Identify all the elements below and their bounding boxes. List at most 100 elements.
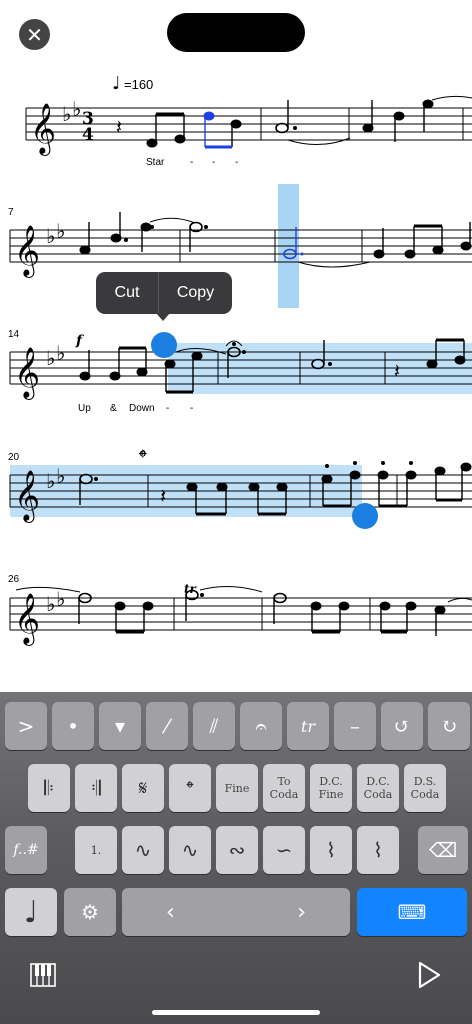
segno-key[interactable]: 𝄋 xyxy=(122,764,164,812)
arpeggio-up-key[interactable]: ⌇ xyxy=(310,826,352,874)
sheet-music: 𝄞 ♭ ♭ 3 4 ♩ =160 𝄽 Star - - - 7 𝄞 ♭ ♭ 14… xyxy=(8,73,472,646)
key-flat-2: ♭ xyxy=(72,97,81,121)
hide-keyboard-key[interactable]: ⌨ xyxy=(357,888,467,936)
redo-icon: ↻ xyxy=(440,714,458,738)
segno-icon: 𝄋 xyxy=(138,776,148,800)
measure-number: 14 xyxy=(8,329,20,340)
key-flats: ♭ xyxy=(62,102,71,126)
lyric: & xyxy=(110,403,117,414)
redo-key[interactable]: ↻ xyxy=(428,702,470,750)
undo-icon: ↺ xyxy=(393,714,411,738)
key-flat: ♭ xyxy=(56,219,65,243)
inverted-mordent-icon: ∿ xyxy=(181,838,199,862)
right-arrow-icon[interactable]: › xyxy=(297,900,306,925)
volta-icon: 1. xyxy=(90,843,102,857)
treble-clef: 𝄞 xyxy=(14,593,40,646)
inverted-mordent-key[interactable]: ∿ xyxy=(169,826,211,874)
cut-button[interactable]: Cut xyxy=(96,272,158,314)
undo-key[interactable]: ↺ xyxy=(381,702,423,750)
lyric: - xyxy=(212,157,215,168)
trill-key[interactable]: tr xyxy=(287,702,329,750)
notation-keyboard: > • ▾ ⁄ ⫽ 𝄐 tr – ↺ ↻ 𝄆 𝄇 𝄋 𝄌 Fine To Cod… xyxy=(0,692,472,1024)
key-flat: ♭ xyxy=(56,341,65,365)
key-flat: ♭ xyxy=(46,592,55,616)
fermata-icon: 𝄐 xyxy=(255,714,267,738)
coda-key[interactable]: 𝄌 xyxy=(169,764,211,812)
note-input-key[interactable]: ♩ xyxy=(5,888,57,936)
key-flat: ♭ xyxy=(46,346,55,370)
lyric: - xyxy=(190,403,193,414)
left-arrow-icon[interactable]: ‹ xyxy=(166,900,175,925)
staccato-icon: • xyxy=(67,714,79,738)
gear-icon: ⚙ xyxy=(81,900,99,924)
tenuto-icon: – xyxy=(350,714,360,738)
dc-coda-key[interactable]: D.C. Coda xyxy=(357,764,399,812)
dc-fine-key[interactable]: D.C. Fine xyxy=(310,764,352,812)
play-button[interactable] xyxy=(415,960,443,990)
arpeggio-up-icon: ⌇ xyxy=(326,838,336,862)
key-flat: ♭ xyxy=(46,469,55,493)
dynamics-key[interactable]: f..# xyxy=(5,826,47,874)
to-coda-key[interactable]: To Coda xyxy=(263,764,305,812)
home-indicator xyxy=(152,1010,320,1015)
turn-key[interactable]: ∾ xyxy=(216,826,258,874)
piano-icon xyxy=(30,963,56,987)
inverted-turn-key[interactable]: ∽ xyxy=(263,826,305,874)
repeat-end-icon: 𝄇 xyxy=(91,776,101,800)
measure-number: 20 xyxy=(8,452,20,463)
measure-number: 7 xyxy=(8,207,14,218)
selection-handle-start[interactable] xyxy=(151,332,177,358)
tremolo-2-icon: ⫽ xyxy=(209,714,219,738)
context-menu-arrow xyxy=(156,313,170,321)
inverted-turn-icon: ∽ xyxy=(275,838,293,862)
tempo-marking: =160 xyxy=(124,77,153,92)
play-icon xyxy=(418,961,441,989)
repeat-start-key[interactable]: 𝄆 xyxy=(28,764,70,812)
treble-clef: 𝄞 xyxy=(30,103,56,156)
mordent-icon: ∿ xyxy=(134,838,152,862)
quarter-note-icon: ♩ xyxy=(23,894,39,930)
ds-coda-key[interactable]: D.S. Coda xyxy=(404,764,446,812)
arpeggio-down-icon: ⌇ xyxy=(373,838,383,862)
key-flat: ♭ xyxy=(46,224,55,248)
backspace-key[interactable]: ⌫ xyxy=(418,826,468,874)
piano-button[interactable] xyxy=(30,962,56,988)
selection-handle-end[interactable] xyxy=(352,503,378,529)
fine-key[interactable]: Fine xyxy=(216,764,258,812)
tremolo-1-key[interactable]: ⁄ xyxy=(146,702,188,750)
tenuto-key[interactable]: – xyxy=(334,702,376,750)
tremolo-1-icon: ⁄ xyxy=(165,714,169,738)
arpeggio-down-key[interactable]: ⌇ xyxy=(357,826,399,874)
coda-icon: 𝄌 xyxy=(186,776,194,800)
highlighted-notes xyxy=(203,111,215,147)
lyric: - xyxy=(166,403,169,414)
staff-2 xyxy=(9,229,472,263)
volta-key[interactable]: 1. xyxy=(75,826,117,874)
turn-icon: ∾ xyxy=(228,838,246,862)
copy-button[interactable]: Copy xyxy=(159,272,232,314)
time-sig-bottom: 4 xyxy=(82,125,94,145)
lyric: Up xyxy=(78,403,91,414)
cursor-arrows-key[interactable]: ‹ › xyxy=(122,888,350,936)
tempo-note-icon: ♩ xyxy=(112,73,121,94)
dynamic-marking: f xyxy=(75,333,85,349)
treble-clef: 𝄞 xyxy=(14,470,40,523)
quarter-rest: 𝄽 xyxy=(394,359,400,383)
backspace-icon: ⌫ xyxy=(428,838,458,862)
fermata-key[interactable]: 𝄐 xyxy=(240,702,282,750)
key-flat: ♭ xyxy=(56,464,65,488)
staccatissimo-icon: ▾ xyxy=(114,714,126,738)
tremolo-2-key[interactable]: ⫽ xyxy=(193,702,235,750)
accent-key[interactable]: > xyxy=(5,702,47,750)
staccato-key[interactable]: • xyxy=(52,702,94,750)
lyrics-line-1: Star - - - xyxy=(146,157,238,168)
settings-key[interactable]: ⚙ xyxy=(64,888,116,936)
mordent-key[interactable]: ∿ xyxy=(122,826,164,874)
accent-icon: > xyxy=(17,714,35,738)
staccatissimo-key[interactable]: ▾ xyxy=(99,702,141,750)
lyric: Star xyxy=(146,157,165,168)
lyric: Down xyxy=(129,403,155,414)
score-canvas[interactable]: ✕ 𝄞 ♭ ♭ 3 4 ♩ =160 𝄽 Star - - - 7 𝄞 ♭ ♭ … xyxy=(0,0,472,692)
repeat-end-key[interactable]: 𝄇 xyxy=(75,764,117,812)
lyrics-line-3: Up & Down - - xyxy=(78,403,193,414)
